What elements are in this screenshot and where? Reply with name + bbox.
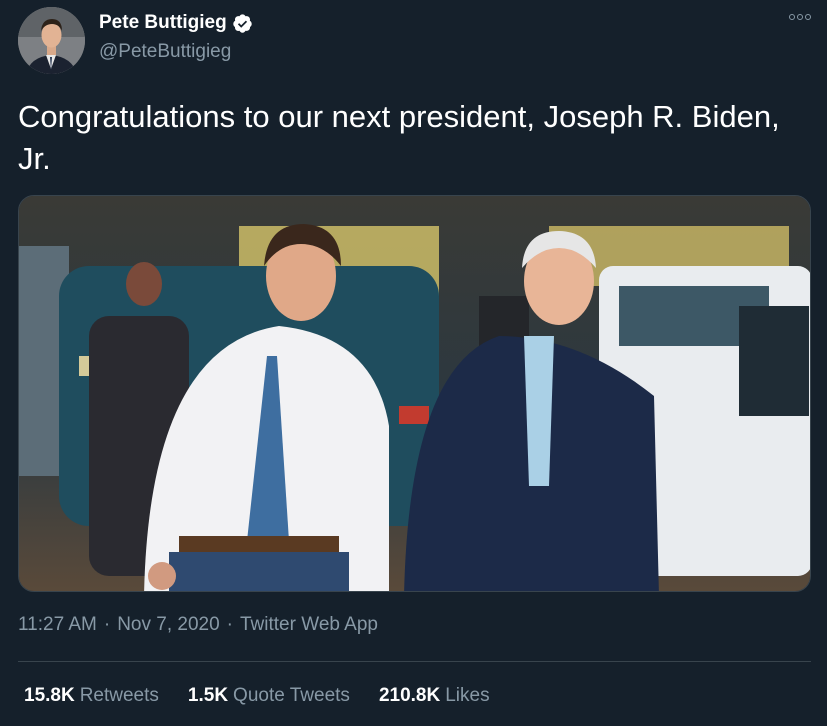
tweet-text: Congratulations to our next president, J… [18, 99, 780, 176]
likes-stat[interactable]: 210.8K Likes [379, 685, 490, 707]
likes-count: 210.8K [378, 685, 441, 706]
dot-icon [789, 14, 795, 20]
likes-label: Likes [445, 685, 490, 706]
handle[interactable]: @PeteButtigieg [99, 41, 231, 63]
dot-icon [797, 14, 803, 20]
tweet-stats: 15.8K Retweets 1.5K Quote Tweets 210.8K Lik… [24, 685, 490, 707]
verified-badge-icon [233, 13, 252, 33]
avatar[interactable] [18, 7, 85, 74]
display-name[interactable]: Pete Buttigieg [99, 12, 227, 34]
tweet-time[interactable]: 11:27 AM [18, 614, 97, 635]
retweets-stat[interactable]: 15.8K Retweets [24, 685, 159, 707]
quote-tweets-count: 1.5K [187, 685, 229, 706]
separator-dot: · [103, 614, 111, 635]
separator-dot: · [226, 614, 233, 635]
quote-tweets-stat[interactable]: 1.5K Quote Tweets [188, 685, 350, 707]
tweet-source[interactable]: Twitter Web App [240, 614, 378, 635]
tweet-meta: 11:27 AM · Nov 7, 2020 · Twitter Web App [18, 614, 378, 636]
more-options-icon[interactable] [789, 14, 811, 20]
retweets-count: 15.8K [24, 685, 75, 706]
dot-icon [805, 14, 811, 20]
retweets-label: Retweets [79, 685, 159, 706]
divider [18, 661, 811, 662]
tweet-photo[interactable] [18, 195, 811, 592]
quote-tweets-label: Quote Tweets [233, 685, 350, 706]
tweet-date[interactable]: Nov 7, 2020 [117, 614, 219, 635]
